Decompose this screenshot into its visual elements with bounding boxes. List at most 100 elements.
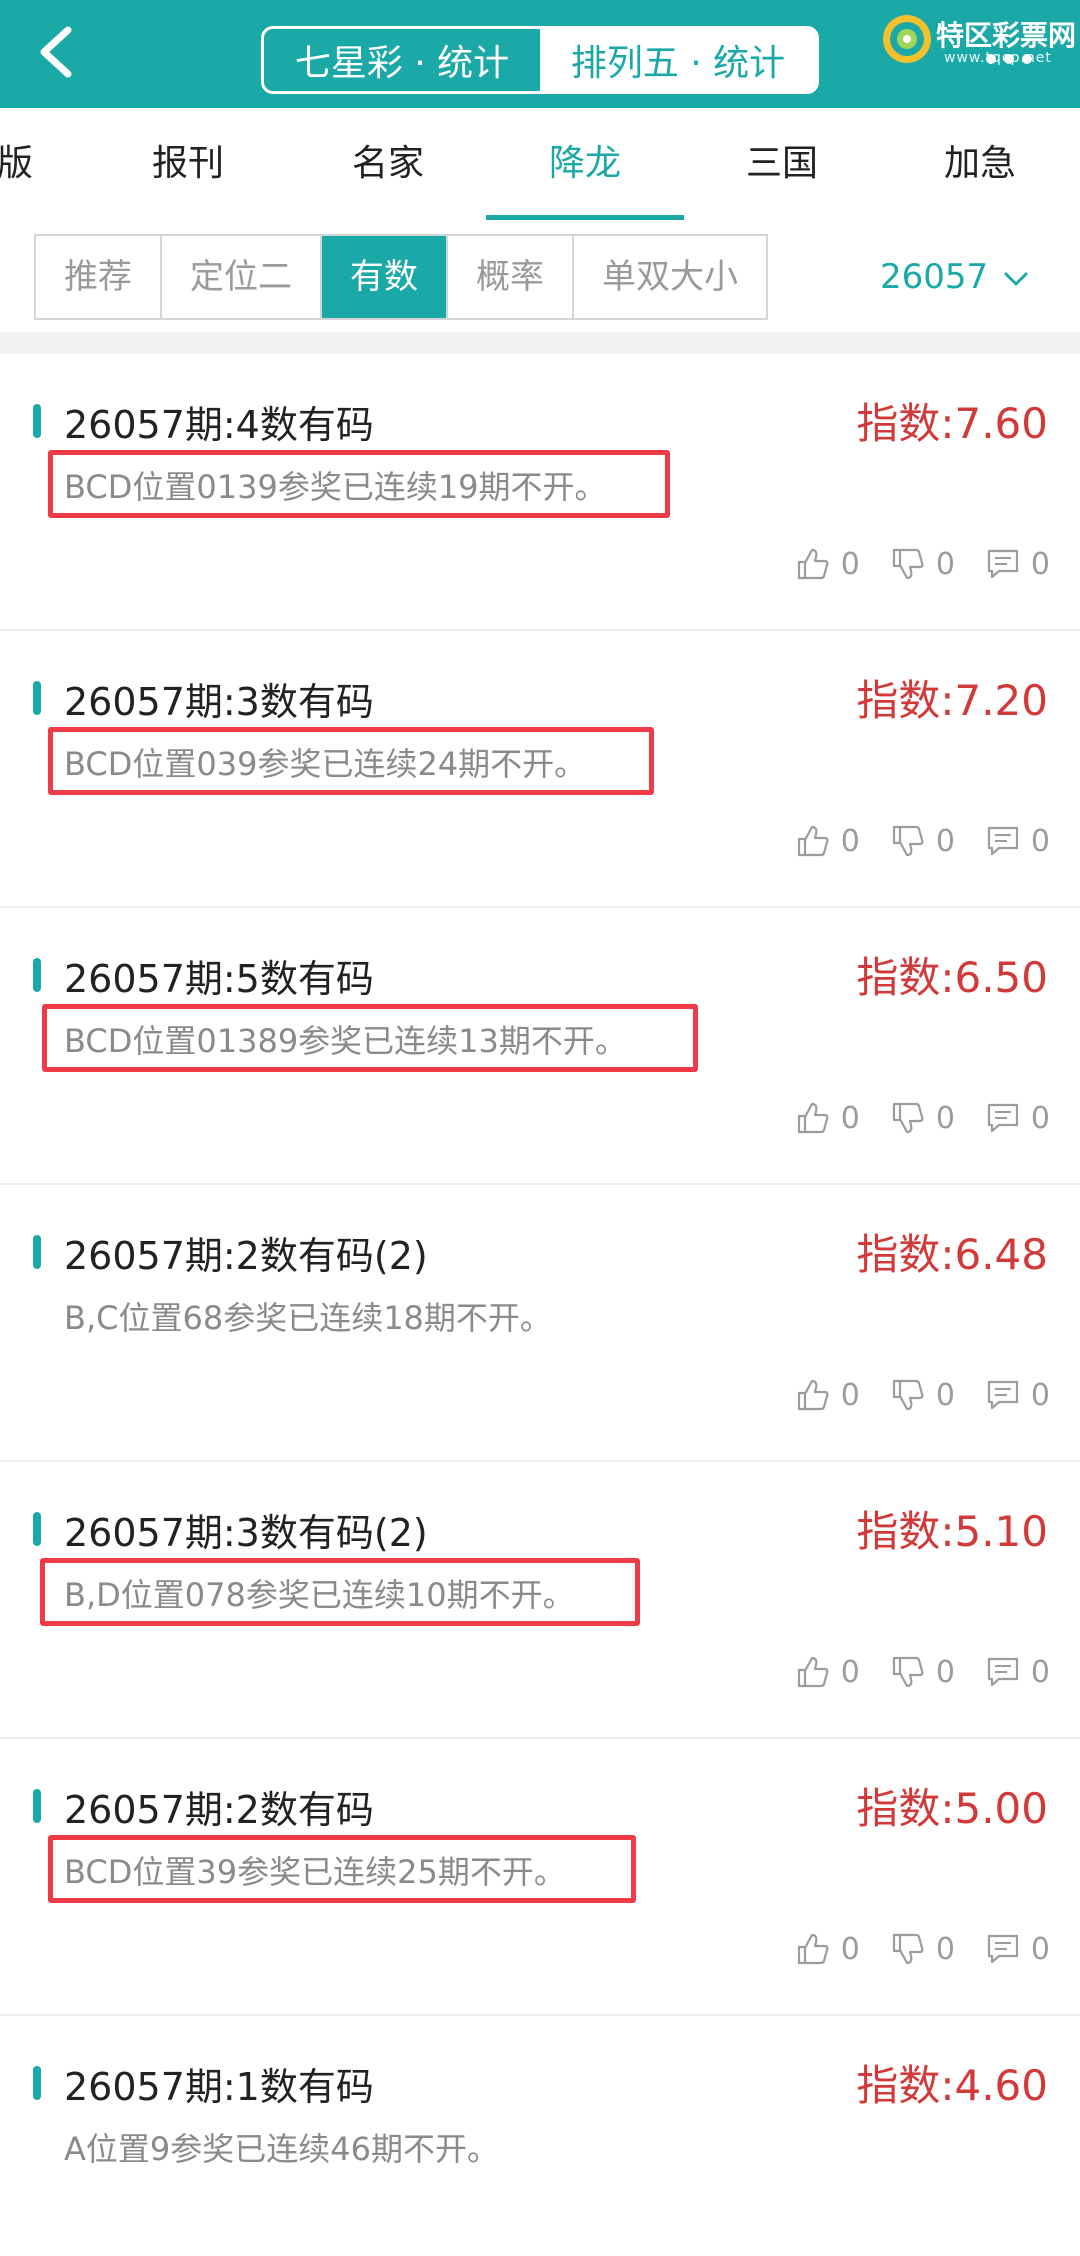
like-button[interactable]: 0: [795, 823, 860, 859]
list-item[interactable]: 26057期:2数有码 指数:5.00 BCD位置39参奖已连续25期不开。 0…: [0, 1739, 1080, 2016]
like-button[interactable]: 0: [795, 1100, 860, 1136]
filter-chips: 推荐 定位二 有数 概率 单双大小: [34, 234, 768, 320]
item-accent-bar: [33, 681, 41, 715]
like-button[interactable]: 0: [795, 1654, 860, 1690]
item-index: 指数:4.60: [856, 2061, 1048, 2110]
comment-icon: [987, 549, 1019, 579]
tab-sanguo[interactable]: 三国: [732, 108, 832, 220]
comment-button[interactable]: 0: [985, 1100, 1050, 1136]
chevron-down-icon: [1004, 272, 1028, 285]
dislike-button[interactable]: 0: [890, 1654, 955, 1690]
item-actions: 0 0 0: [795, 1100, 1050, 1136]
site-logo: 特区彩票网 www.tqcp.net: [878, 8, 1078, 68]
filter-tuijian[interactable]: 推荐: [36, 236, 162, 318]
tab-pailiewu-stats[interactable]: 排列五 · 统计: [540, 29, 816, 91]
comment-button[interactable]: 0: [985, 1377, 1050, 1413]
tab-mingjia[interactable]: 名家: [338, 108, 438, 220]
thumbs-up-icon: [797, 1656, 829, 1688]
comment-icon: [987, 826, 1019, 856]
item-accent-bar: [33, 1235, 41, 1269]
thumbs-up-icon: [797, 1933, 829, 1965]
more-dot-icon: [1022, 54, 1032, 64]
dislike-button[interactable]: 0: [890, 1377, 955, 1413]
item-description: B,C位置68参奖已连续18期不开。: [64, 1299, 552, 1337]
issue-value: 26057: [880, 257, 989, 297]
list-item[interactable]: 26057期:2数有码(2) 指数:6.48 B,C位置68参奖已连续18期不开…: [0, 1185, 1080, 1462]
filter-gailv[interactable]: 概率: [448, 236, 574, 318]
item-actions: 0 0 0: [795, 1377, 1050, 1413]
comment-button[interactable]: 0: [985, 1931, 1050, 1967]
item-index: 指数:6.48: [856, 1230, 1048, 1279]
list-item[interactable]: 26057期:4数有码 指数:7.60 BCD位置0139参奖已连续19期不开。…: [0, 354, 1080, 631]
thumbs-down-icon: [892, 1379, 924, 1411]
item-description: BCD位置039参奖已连续24期不开。: [64, 745, 587, 783]
lottery-switch: 七星彩 · 统计 排列五 · 统计: [261, 26, 819, 94]
tab-baokan[interactable]: 报刊: [138, 108, 238, 220]
chevron-left-icon: [40, 26, 72, 78]
comment-icon: [987, 1934, 1019, 1964]
item-actions: 0 0 0: [795, 1654, 1050, 1690]
item-description: A位置9参奖已连续46期不开。: [64, 2130, 499, 2168]
prediction-list: 26057期:4数有码 指数:7.60 BCD位置0139参奖已连续19期不开。…: [0, 354, 1080, 2256]
item-title: 26057期:3数有码: [64, 680, 374, 724]
thumbs-up-icon: [797, 825, 829, 857]
filter-dingwei-er[interactable]: 定位二: [162, 236, 322, 318]
more-dot-icon: [1004, 54, 1014, 64]
dislike-button[interactable]: 0: [890, 1100, 955, 1136]
list-item[interactable]: 26057期:1数有码 指数:4.60 A位置9参奖已连续46期不开。: [0, 2016, 1080, 2256]
tab-qixingcai-stats[interactable]: 七星彩 · 统计: [264, 29, 540, 91]
list-item[interactable]: 26057期:3数有码 指数:7.20 BCD位置039参奖已连续24期不开。 …: [0, 631, 1080, 908]
filter-danshuang-daxiao[interactable]: 单双大小: [574, 236, 766, 318]
item-actions: 0 0 0: [795, 1931, 1050, 1967]
thumbs-down-icon: [892, 1933, 924, 1965]
item-index: 指数:6.50: [856, 953, 1048, 1002]
item-accent-bar: [33, 1789, 41, 1823]
thumbs-down-icon: [892, 1102, 924, 1134]
like-button[interactable]: 0: [795, 1931, 860, 1967]
dislike-button[interactable]: 0: [890, 546, 955, 582]
app-header: 七星彩 · 统计 排列五 · 统计 特区彩票网 www.tqcp.net: [0, 0, 1080, 108]
thumbs-up-icon: [797, 1379, 829, 1411]
item-title: 26057期:2数有码(2): [64, 1234, 428, 1278]
comment-button[interactable]: 0: [985, 546, 1050, 582]
item-accent-bar: [33, 958, 41, 992]
list-item[interactable]: 26057期:3数有码(2) 指数:5.10 B,D位置078参奖已连续10期不…: [0, 1462, 1080, 1739]
item-title: 26057期:1数有码: [64, 2065, 374, 2109]
like-button[interactable]: 0: [795, 546, 860, 582]
item-index: 指数:7.20: [856, 676, 1048, 725]
tab-jianglong[interactable]: 降龙: [486, 108, 684, 220]
comment-icon: [987, 1103, 1019, 1133]
thumbs-up-icon: [797, 1102, 829, 1134]
item-title: 26057期:4数有码: [64, 403, 374, 447]
item-description: BCD位置01389参奖已连续13期不开。: [64, 1022, 627, 1060]
comment-button[interactable]: 0: [985, 1654, 1050, 1690]
comment-button[interactable]: 0: [985, 823, 1050, 859]
item-accent-bar: [33, 2066, 41, 2100]
item-accent-bar: [33, 404, 41, 438]
filter-youshu[interactable]: 有数: [322, 236, 448, 318]
tab-jiaji[interactable]: 加急: [930, 108, 1030, 220]
back-button[interactable]: [26, 20, 90, 84]
list-item[interactable]: 26057期:5数有码 指数:6.50 BCD位置01389参奖已连续13期不开…: [0, 908, 1080, 1185]
more-dot-icon: [986, 54, 996, 64]
section-divider: [0, 332, 1080, 354]
thumbs-down-icon: [892, 548, 924, 580]
comment-icon: [987, 1380, 1019, 1410]
issue-selector[interactable]: 26057: [880, 234, 1030, 320]
thumbs-up-icon: [797, 548, 829, 580]
item-index: 指数:5.00: [856, 1784, 1048, 1833]
item-description: BCD位置39参奖已连续25期不开。: [64, 1853, 566, 1891]
dislike-button[interactable]: 0: [890, 1931, 955, 1967]
more-button[interactable]: [986, 54, 1032, 64]
dislike-button[interactable]: 0: [890, 823, 955, 859]
thumbs-down-icon: [892, 1656, 924, 1688]
like-button[interactable]: 0: [795, 1377, 860, 1413]
filter-bar: 推荐 定位二 有数 概率 单双大小 26057: [0, 220, 1080, 326]
logo-text: 特区彩票网: [936, 19, 1077, 52]
tab-ban[interactable]: 版: [0, 108, 40, 220]
item-actions: 0 0 0: [795, 546, 1050, 582]
item-title: 26057期:2数有码: [64, 1788, 374, 1832]
item-accent-bar: [33, 1512, 41, 1546]
item-description: B,D位置078参奖已连续10期不开。: [64, 1576, 575, 1614]
thumbs-down-icon: [892, 825, 924, 857]
